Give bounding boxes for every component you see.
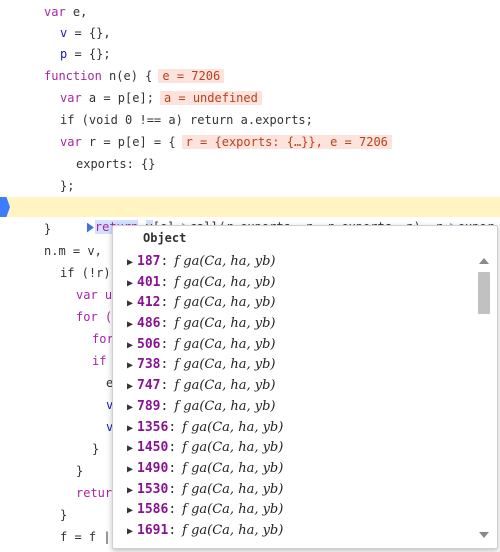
inline-value: r = {exports: {…}}, e = 7206	[181, 135, 392, 149]
entry-key: 1490	[137, 460, 169, 476]
code-line: function n(e) {e = 7206	[0, 66, 500, 86]
entry-key: 1586	[137, 502, 169, 518]
entry-key: 1356	[137, 419, 169, 435]
function-signature: ga(Ca, ha, yb)	[179, 336, 276, 352]
entry-colon: :	[160, 398, 169, 414]
code-line: };	[60, 179, 75, 193]
entry-colon: :	[160, 295, 169, 311]
expand-triangle-icon[interactable]: ▶	[127, 439, 137, 460]
entry-key: 1450	[137, 440, 169, 456]
object-entry-row[interactable]: ▶ 1691: f ga(Ca, ha, yb)	[113, 521, 473, 542]
function-signature: ga(Ca, ha, yb)	[186, 419, 284, 435]
function-signature: ga(Ca, ha, yb)	[179, 254, 276, 269]
code-line: if (void 0 !== a) return a.exports;	[60, 113, 313, 127]
object-entry-row[interactable]: ▶ 1530: f ga(Ca, ha, yb)	[113, 480, 473, 501]
entry-colon: :	[160, 357, 169, 373]
expand-triangle-icon[interactable]: ▶	[127, 522, 137, 543]
function-signature: ga(Ca, ha, yb)	[186, 440, 284, 456]
entry-key: 747	[137, 378, 161, 394]
object-entry-row[interactable]: ▶ 789: f ga(Ca, ha, yb)	[113, 397, 473, 418]
current-execution-line[interactable]: return v[e].call(r.exports, r, r.exports…	[0, 197, 500, 234]
entry-colon: :	[160, 316, 169, 332]
popover-title: Object	[143, 231, 187, 245]
function-signature: ga(Ca, ha, yb)	[179, 274, 276, 290]
object-entry-row[interactable]: ▶ 187: f ga(Ca, ha, yb)	[113, 252, 473, 273]
entry-key: 412	[137, 295, 161, 311]
function-signature: ga(Ca, ha, yb)	[186, 502, 284, 518]
function-signature: ga(Ca, ha, yb)	[179, 295, 276, 311]
code-line: var r = p[e] = {r = {exports: {…}}, e = …	[0, 132, 500, 152]
entry-colon: :	[168, 460, 177, 476]
breakpoint-arrow-icon[interactable]	[0, 197, 10, 217]
object-entry-row[interactable]: ▶ 486: f ga(Ca, ha, yb)	[113, 314, 473, 335]
entry-colon: :	[168, 502, 177, 518]
expand-triangle-icon[interactable]: ▶	[127, 274, 137, 295]
code-editor[interactable]: var e, v = {}, p = {}; function n(e) {e …	[0, 0, 500, 552]
entry-key: 1530	[137, 481, 169, 497]
object-entry-row[interactable]: ▶ 412: f ga(Ca, ha, yb)	[113, 293, 473, 314]
entry-colon: :	[168, 522, 177, 538]
function-signature: ga(Ca, ha, yb)	[186, 460, 284, 476]
entry-colon: :	[168, 481, 177, 497]
entry-colon: :	[160, 378, 169, 394]
expand-triangle-icon[interactable]: ▶	[127, 356, 137, 377]
entry-colon: :	[160, 274, 169, 290]
object-entry-row[interactable]: ▶ 1490: f ga(Ca, ha, yb)	[113, 459, 473, 480]
entry-key: 738	[137, 357, 161, 373]
object-preview-popover[interactable]: Object ▶ 187: f ga(Ca, ha, yb) ▶ 401: f ga(Ca…	[112, 225, 498, 549]
code-line: p = {};	[60, 47, 111, 61]
function-signature: ga(Ca, ha, yb)	[186, 481, 284, 497]
expand-triangle-icon[interactable]: ▶	[127, 481, 137, 502]
expand-triangle-icon[interactable]: ▶	[127, 419, 137, 440]
entry-key: 401	[137, 274, 161, 290]
object-entry-row[interactable]: ▶ 1586: f ga(Ca, ha, yb)	[113, 500, 473, 521]
expand-triangle-icon[interactable]: ▶	[127, 460, 137, 481]
scroll-thumb[interactable]	[478, 272, 490, 314]
entry-colon: :	[168, 440, 177, 456]
function-signature: ga(Ca, ha, yb)	[186, 522, 284, 538]
popover-scrollbar[interactable]	[477, 252, 491, 542]
entry-colon: :	[168, 419, 177, 435]
object-entry-list[interactable]: ▶ 187: f ga(Ca, ha, yb) ▶ 401: f ga(Ca, ha, y…	[113, 252, 473, 542]
function-signature: ga(Ca, ha, yb)	[179, 357, 276, 373]
entry-colon: :	[160, 336, 169, 352]
expand-triangle-icon[interactable]: ▶	[127, 294, 137, 315]
object-entry-row[interactable]: ▶ 738: f ga(Ca, ha, yb)	[113, 355, 473, 376]
object-entry-row[interactable]: ▶ 506: f ga(Ca, ha, yb)	[113, 335, 473, 356]
scroll-up-arrow-icon[interactable]	[479, 258, 489, 264]
expand-triangle-icon[interactable]: ▶	[127, 315, 137, 336]
entry-key: 1691	[137, 522, 169, 538]
inline-value: a = undefined	[159, 91, 262, 105]
object-entry-row[interactable]: ▶ 1356: f ga(Ca, ha, yb)	[113, 418, 473, 439]
expand-triangle-icon[interactable]: ▶	[127, 253, 137, 274]
expand-triangle-icon[interactable]: ▶	[127, 501, 137, 522]
object-entry-row[interactable]: ▶ 401: f ga(Ca, ha, yb)	[113, 273, 473, 294]
entry-key: 486	[137, 316, 161, 332]
scroll-down-arrow-icon[interactable]	[479, 532, 489, 538]
expand-triangle-icon[interactable]: ▶	[127, 377, 137, 398]
object-entry-row[interactable]: ▶ 747: f ga(Ca, ha, yb)	[113, 376, 473, 397]
expand-triangle-icon[interactable]: ▶	[127, 336, 137, 357]
entry-key: 506	[137, 336, 161, 352]
function-signature: ga(Ca, ha, yb)	[179, 398, 276, 414]
expand-triangle-icon[interactable]: ▶	[127, 398, 137, 419]
function-signature: ga(Ca, ha, yb)	[179, 316, 276, 332]
code-line: var e,	[44, 5, 88, 19]
code-line: exports: {}	[76, 157, 156, 171]
function-signature: ga(Ca, ha, yb)	[179, 378, 276, 394]
code-line: v = {},	[60, 26, 111, 40]
entry-key: 789	[137, 398, 161, 414]
object-entry-row[interactable]: ▶ 1450: f ga(Ca, ha, yb)	[113, 438, 473, 459]
inline-value: e = 7206	[158, 69, 225, 83]
entry-key: 187	[137, 254, 161, 269]
entry-colon: :	[160, 254, 169, 269]
code-line: var a = p[e]; a = undefined	[0, 88, 500, 108]
